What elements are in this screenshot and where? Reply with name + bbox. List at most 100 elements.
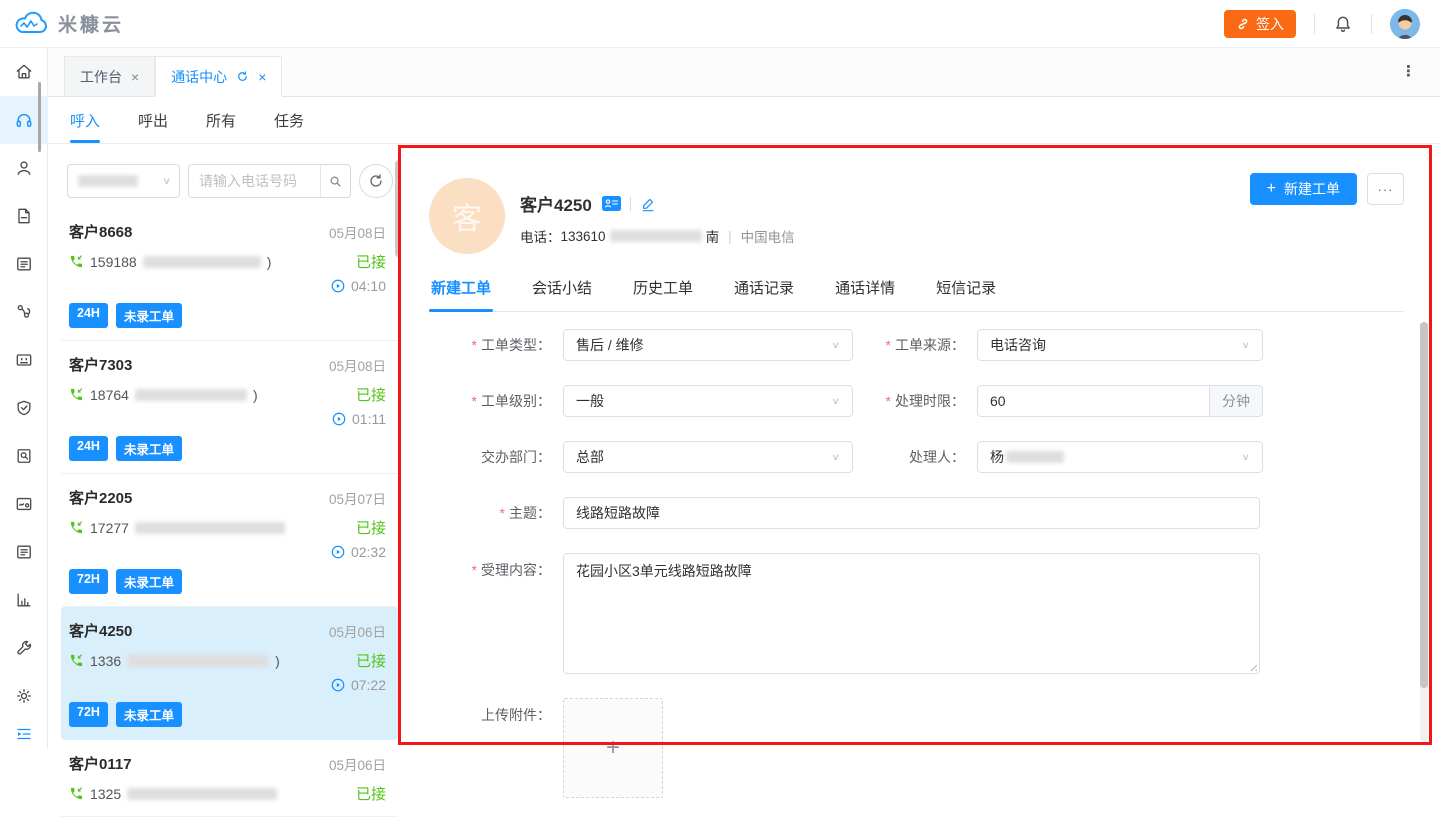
nav-statistics[interactable] xyxy=(0,576,48,624)
redacted-handler xyxy=(1006,451,1064,463)
nav-task-list[interactable] xyxy=(0,528,48,576)
chevron-down-icon: ∨ xyxy=(162,175,171,186)
field-label: 上传附件： xyxy=(429,698,563,725)
link-icon xyxy=(1236,17,1250,31)
subtab-outbound[interactable]: 呼出 xyxy=(138,97,168,143)
refresh-tab-icon[interactable] xyxy=(236,70,249,83)
more-actions-button[interactable]: ··· xyxy=(1367,173,1404,205)
subtab-all[interactable]: 所有 xyxy=(206,97,236,143)
detail-scrollbar-thumb[interactable] xyxy=(1420,322,1428,688)
ticket-source-select[interactable]: 电话咨询∨ xyxy=(977,329,1263,361)
tab-sms-records[interactable]: 短信记录 xyxy=(934,277,998,311)
brand-name: 米糠云 xyxy=(58,10,124,37)
play-recording-icon[interactable] xyxy=(330,677,346,693)
nav-documents[interactable] xyxy=(0,192,48,240)
user-avatar[interactable] xyxy=(1390,9,1420,39)
handler-select[interactable]: 杨∨ xyxy=(977,441,1263,473)
headset-icon xyxy=(14,110,34,130)
play-recording-icon[interactable] xyxy=(331,411,347,427)
top-header: 米糠云 签入 xyxy=(0,0,1440,48)
search-icon[interactable] xyxy=(320,165,350,197)
new-ticket-button[interactable]: + 新建工单 xyxy=(1250,173,1357,205)
tab-new-ticket[interactable]: 新建工单 xyxy=(429,277,493,311)
call-direction-tabs: 呼入 呼出 所有 任务 xyxy=(48,97,1440,144)
sla-badge: 72H xyxy=(69,569,108,594)
tab-call-center[interactable]: 通话中心 × xyxy=(155,56,282,97)
nav-scrollbar-thumb[interactable] xyxy=(38,82,41,152)
incoming-call-icon xyxy=(69,786,84,801)
subtab-tasks[interactable]: 任务 xyxy=(274,97,304,143)
play-recording-icon[interactable] xyxy=(330,544,346,560)
chevron-down-icon: ∨ xyxy=(831,339,840,350)
nav-collapse-toggle[interactable] xyxy=(0,720,48,748)
call-date: 05月07日 xyxy=(329,488,386,508)
nav-monitor[interactable] xyxy=(0,480,48,528)
subtab-inbound[interactable]: 呼入 xyxy=(70,97,100,143)
tab-call-records[interactable]: 通话记录 xyxy=(732,277,796,311)
nav-ticket-list[interactable] xyxy=(0,240,48,288)
subject-input[interactable]: 线路短路故障 xyxy=(563,497,1260,529)
tab-session-summary[interactable]: 会话小结 xyxy=(530,277,594,311)
sla-badge: 24H xyxy=(69,436,108,461)
time-limit-group: 60 分钟 xyxy=(977,385,1263,417)
tab-history-tickets[interactable]: 历史工单 xyxy=(631,277,695,311)
phone-prefix: 1325 xyxy=(90,786,121,802)
play-recording-icon[interactable] xyxy=(330,278,346,294)
field-label: *工单类型： xyxy=(429,335,563,355)
detail-scrollbar[interactable] xyxy=(1420,322,1428,742)
nav-quality[interactable] xyxy=(0,384,48,432)
refresh-list-button[interactable] xyxy=(359,164,393,198)
close-icon[interactable]: × xyxy=(131,70,139,84)
list-filter-select[interactable]: ∨ xyxy=(67,164,180,198)
content-textarea[interactable]: 花园小区3单元线路短路故障 xyxy=(563,553,1260,674)
chevron-down-icon: ∨ xyxy=(1241,339,1250,350)
collapse-menu-icon xyxy=(15,725,33,743)
incoming-call-icon xyxy=(69,653,84,668)
time-limit-input[interactable]: 60 xyxy=(977,385,1209,417)
nav-record-search[interactable] xyxy=(0,432,48,480)
brand-logo: 米糠云 xyxy=(14,10,124,37)
more-vertical-icon[interactable]: ⋮ xyxy=(1401,62,1416,80)
nav-settings[interactable] xyxy=(0,672,48,720)
tab-call-detail[interactable]: 通话详情 xyxy=(833,277,897,311)
id-card-face-icon xyxy=(14,350,34,370)
sign-in-button[interactable]: 签入 xyxy=(1224,10,1296,38)
share-nodes-icon xyxy=(14,302,34,322)
chevron-down-icon: ∨ xyxy=(1241,451,1250,462)
call-list-item[interactable]: 客户011705月06日 1325已接 xyxy=(61,740,398,817)
redacted-phone xyxy=(610,230,702,242)
notification-bell-icon[interactable] xyxy=(1333,14,1353,34)
call-list-item[interactable]: 客户220505月07日 17277已接 02:32 72H未录工单 xyxy=(61,474,398,607)
customer-phone-suffix: 南 xyxy=(706,226,720,246)
phone-search-input[interactable] xyxy=(189,165,320,197)
call-list-item[interactable]: 客户866805月08日 159188)已接 04:10 24H未录工单 xyxy=(61,208,398,341)
call-status: 已接 xyxy=(356,783,386,804)
ticket-level-select[interactable]: 一般∨ xyxy=(563,385,853,417)
department-select[interactable]: 总部∨ xyxy=(563,441,853,473)
phone-prefix: 1336 xyxy=(90,653,121,669)
customer-phone-prefix: 133610 xyxy=(561,229,606,244)
customer-name-title: 客户4250 xyxy=(520,191,592,216)
nav-tools[interactable] xyxy=(0,624,48,672)
redacted-filter-value xyxy=(78,175,138,187)
contact-card-icon[interactable] xyxy=(602,196,621,211)
wrench-icon xyxy=(14,638,34,658)
sla-badge: 24H xyxy=(69,303,108,328)
call-list-item[interactable]: 客户730305月08日 18764)已接 01:11 24H未录工单 xyxy=(61,341,398,474)
customer-detail-panel: 客 客户4250 电话： xyxy=(398,144,1440,749)
call-list-item-selected[interactable]: 客户425005月06日 1336)已接 07:22 72H未录工单 xyxy=(61,607,398,740)
redacted-phone xyxy=(127,655,269,667)
upload-plus-icon: + xyxy=(606,734,620,762)
edit-pencil-icon[interactable] xyxy=(640,196,656,212)
tab-workbench[interactable]: 工作台 × xyxy=(64,56,155,97)
monitor-chart-icon xyxy=(14,494,34,514)
call-status: 已接 xyxy=(356,650,386,671)
nav-agent-card[interactable] xyxy=(0,336,48,384)
call-status: 已接 xyxy=(356,251,386,272)
field-label: *工单级别： xyxy=(429,391,563,411)
close-icon[interactable]: × xyxy=(258,70,266,84)
upload-attachment-button[interactable]: + xyxy=(563,698,663,798)
ticket-type-select[interactable]: 售后 / 维修∨ xyxy=(563,329,853,361)
phone-suffix: ) xyxy=(253,387,258,403)
nav-relations[interactable] xyxy=(0,288,48,336)
